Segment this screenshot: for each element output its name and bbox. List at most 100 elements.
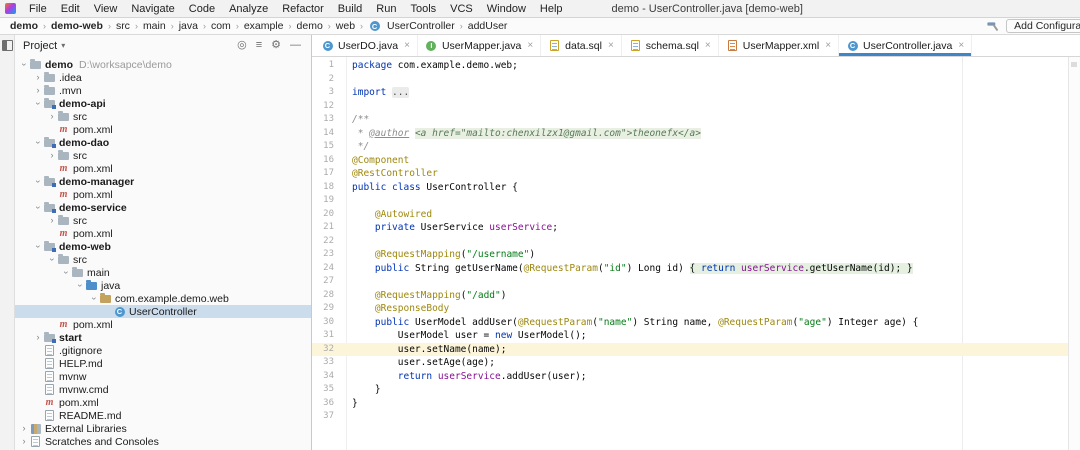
breadcrumb-demo[interactable]: demo	[296, 20, 324, 32]
line-number[interactable]: 23	[312, 248, 340, 262]
chevron-collapsed-icon[interactable]: ›	[19, 424, 29, 433]
tree-item-help-md[interactable]: HELP.md	[15, 357, 311, 370]
line-number[interactable]: 20	[312, 208, 340, 222]
chevron-expanded-icon[interactable]: ›	[76, 281, 85, 291]
editor[interactable]: 1package com.example.demo.web;23import .…	[312, 57, 1080, 450]
code-line-18[interactable]: 18public class UserController {	[312, 181, 1068, 195]
close-icon[interactable]: ×	[608, 40, 614, 51]
editor-tab-userdo-java[interactable]: CUserDO.java×	[314, 35, 418, 56]
code-line-31[interactable]: 31 UserModel user = new UserModel();	[312, 329, 1068, 343]
tree-item-com-example-demo-web[interactable]: ›com.example.demo.web	[15, 292, 311, 305]
tree-item-gitignore[interactable]: .gitignore	[15, 344, 311, 357]
chevron-expanded-icon[interactable]: ›	[90, 294, 99, 304]
line-number[interactable]: 17	[312, 167, 340, 181]
tree-item-mvn[interactable]: ›.mvn	[15, 84, 311, 97]
menu-item-run[interactable]: Run	[369, 0, 403, 17]
tree-item-start[interactable]: ›start	[15, 331, 311, 344]
menu-item-tools[interactable]: Tools	[403, 0, 443, 17]
chevron-expanded-icon[interactable]: ›	[34, 203, 43, 213]
breadcrumb-src[interactable]: src	[115, 20, 131, 32]
settings-icon[interactable]: ⚙	[271, 40, 281, 51]
breadcrumb-web[interactable]: web	[335, 20, 356, 32]
code-line-22[interactable]: 22	[312, 235, 1068, 249]
hide-icon[interactable]: —	[290, 40, 301, 51]
chevron-expanded-icon[interactable]: ›	[34, 138, 43, 148]
breadcrumb-com[interactable]: com	[210, 20, 232, 32]
close-icon[interactable]: ×	[825, 40, 831, 51]
line-number[interactable]: 28	[312, 289, 340, 303]
code-line-27[interactable]: 27	[312, 275, 1068, 289]
add-configuration-button[interactable]: Add Configura...	[1006, 19, 1080, 33]
chevron-expanded-icon[interactable]: ›	[34, 177, 43, 187]
tree-item-mvnw[interactable]: mvnw	[15, 370, 311, 383]
chevron-down-icon[interactable]: ▾	[61, 41, 65, 50]
line-number[interactable]: 24	[312, 262, 340, 276]
code-line-14[interactable]: 14 * @author <a href="mailto:chenxilzx1@…	[312, 127, 1068, 141]
line-number[interactable]: 30	[312, 316, 340, 330]
chevron-collapsed-icon[interactable]: ›	[47, 151, 57, 160]
chevron-expanded-icon[interactable]: ›	[34, 242, 43, 252]
line-number[interactable]: 2	[312, 73, 340, 87]
build-hammer-icon[interactable]	[986, 20, 999, 33]
tree-item-demo-service[interactable]: ›demo-service	[15, 201, 311, 214]
code-line-35[interactable]: 35 }	[312, 383, 1068, 397]
line-number[interactable]: 32	[312, 343, 340, 357]
code-line-21[interactable]: 21 private UserService userService;	[312, 221, 1068, 235]
editor-tab-usercontroller-java[interactable]: CUserController.java×	[839, 35, 972, 56]
editor-tab-usermapper-java[interactable]: IUserMapper.java×	[418, 35, 541, 56]
line-number[interactable]: 34	[312, 370, 340, 384]
code-line-19[interactable]: 19	[312, 194, 1068, 208]
code-line-16[interactable]: 16@Component	[312, 154, 1068, 168]
editor-tab-schema-sql[interactable]: schema.sql×	[622, 35, 719, 56]
menu-item-analyze[interactable]: Analyze	[222, 0, 275, 17]
code-line-28[interactable]: 28 @RequestMapping("/add")	[312, 289, 1068, 303]
chevron-collapsed-icon[interactable]: ›	[33, 73, 43, 82]
code-line-12[interactable]: 12	[312, 100, 1068, 114]
close-icon[interactable]: ×	[527, 40, 533, 51]
tree-item-pom-xml[interactable]: mpom.xml	[15, 188, 311, 201]
tree-item-usercontroller[interactable]: CUserController	[15, 305, 311, 318]
tree-item-scratches-and-consoles[interactable]: ›Scratches and Consoles	[15, 435, 311, 448]
menu-item-vcs[interactable]: VCS	[443, 0, 480, 17]
line-number[interactable]: 22	[312, 235, 340, 249]
code-line-36[interactable]: 36}	[312, 397, 1068, 411]
code-line-32[interactable]: 32 user.setName(name);	[312, 343, 1068, 357]
tree-item-src[interactable]: ›src	[15, 149, 311, 162]
code-line-33[interactable]: 33 user.setAge(age);	[312, 356, 1068, 370]
close-icon[interactable]: ×	[958, 40, 964, 51]
chevron-collapsed-icon[interactable]: ›	[33, 86, 43, 95]
breadcrumb-adduser[interactable]: addUser	[467, 20, 509, 32]
menu-item-navigate[interactable]: Navigate	[124, 0, 181, 17]
tree-item-pom-xml[interactable]: mpom.xml	[15, 318, 311, 331]
code-line-17[interactable]: 17@RestController	[312, 167, 1068, 181]
menu-item-window[interactable]: Window	[480, 0, 533, 17]
line-number[interactable]: 33	[312, 356, 340, 370]
menu-item-file[interactable]: File	[22, 0, 54, 17]
chevron-collapsed-icon[interactable]: ›	[33, 333, 43, 342]
code-line-24[interactable]: 24 public String getUserName(@RequestPar…	[312, 262, 1068, 276]
tree-item-demo[interactable]: ›demoD:\worksapce\demo	[15, 58, 311, 71]
editor-scrollbar[interactable]	[1068, 57, 1080, 450]
menu-item-code[interactable]: Code	[182, 0, 222, 17]
close-icon[interactable]: ×	[404, 40, 410, 51]
code-line-34[interactable]: 34 return userService.addUser(user);	[312, 370, 1068, 384]
breadcrumb-main[interactable]: main	[142, 20, 167, 32]
tree-item-src[interactable]: ›src	[15, 110, 311, 123]
line-number[interactable]: 27	[312, 275, 340, 289]
code-line-30[interactable]: 30 public UserModel addUser(@RequestPara…	[312, 316, 1068, 330]
line-number[interactable]: 1	[312, 59, 340, 73]
code-line-20[interactable]: 20 @Autowired	[312, 208, 1068, 222]
project-tool-window-button[interactable]	[2, 40, 13, 51]
chevron-expanded-icon[interactable]: ›	[62, 268, 71, 278]
tree-item-demo-api[interactable]: ›demo-api	[15, 97, 311, 110]
locate-icon[interactable]: ◎	[237, 40, 247, 51]
collapse-all-icon[interactable]: ≡	[256, 40, 262, 51]
tree-item-external-libraries[interactable]: ›External Libraries	[15, 422, 311, 435]
code-line-1[interactable]: 1package com.example.demo.web;	[312, 59, 1068, 73]
line-number[interactable]: 3	[312, 86, 340, 100]
line-number[interactable]: 12	[312, 100, 340, 114]
line-number[interactable]: 29	[312, 302, 340, 316]
code-line-23[interactable]: 23 @RequestMapping("/username")	[312, 248, 1068, 262]
tree-item-src[interactable]: ›src	[15, 253, 311, 266]
line-number[interactable]: 36	[312, 397, 340, 411]
